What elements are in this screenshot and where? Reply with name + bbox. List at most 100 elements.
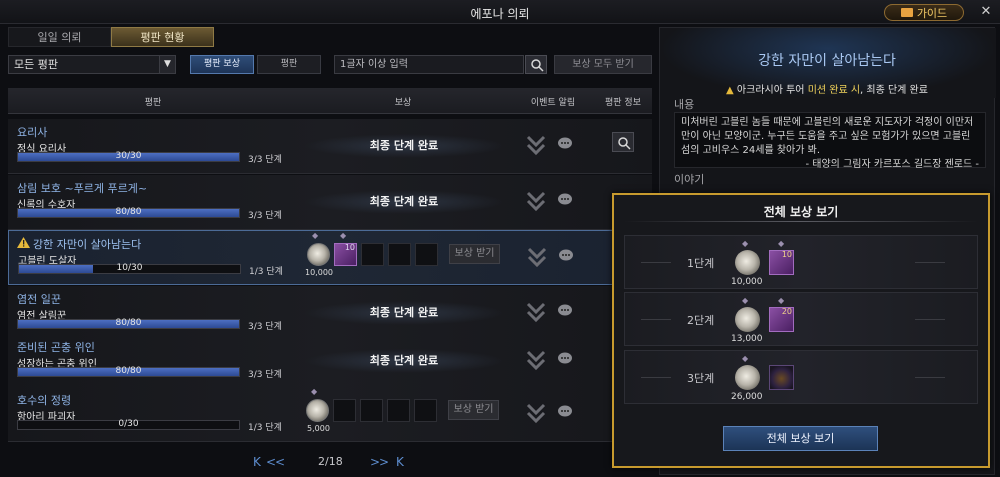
reward-card-icon[interactable]: 20 bbox=[769, 307, 794, 332]
reward-amount: 10,000 bbox=[731, 277, 763, 287]
last-page-icon: K bbox=[396, 455, 404, 469]
last-page-button[interactable]: K bbox=[396, 455, 404, 469]
rep-progress-bar: 30/30 bbox=[17, 151, 240, 162]
chevron-down-icon[interactable] bbox=[526, 133, 546, 157]
empty-slot bbox=[388, 243, 411, 266]
header-info: 평판 정보 bbox=[605, 98, 641, 108]
chat-icon[interactable] bbox=[557, 405, 573, 419]
silver-coin-icon[interactable] bbox=[306, 399, 329, 422]
progress-text: 80/80 bbox=[115, 366, 142, 376]
reward-stage-row: 2단계 ◆ ◆ 13,000 20 bbox=[624, 292, 978, 346]
divider bbox=[915, 319, 945, 320]
chevron-down-icon[interactable] bbox=[526, 401, 546, 425]
silver-coin-icon[interactable] bbox=[735, 307, 760, 332]
chevron-down-icon[interactable] bbox=[526, 348, 546, 372]
table-row-selected[interactable]: 강한 자만이 살아남는다 고블린 도살자 10/30 1/3 단계 ◆ ◆ 10… bbox=[8, 230, 652, 285]
first-page-icon: K bbox=[253, 455, 261, 469]
stage-text: 1/3 단계 bbox=[249, 267, 283, 277]
divider bbox=[915, 377, 945, 378]
next-page-icon: >> bbox=[370, 455, 389, 469]
stage-text: 3/3 단계 bbox=[248, 370, 282, 380]
prev-page-icon: << bbox=[266, 455, 285, 469]
table-row[interactable]: 준비된 곤충 위인 성장하는 곤충 위인 80/80 3/3 단계 최종 단계 … bbox=[8, 334, 652, 389]
guide-label: 가이드 bbox=[916, 6, 948, 20]
rep-name: 삼림 보호 ~푸르게 푸르게~ bbox=[17, 182, 148, 195]
story-label: 이야기 bbox=[674, 173, 705, 186]
reward-amount: 5,000 bbox=[307, 424, 330, 433]
stage-text: 3/3 단계 bbox=[248, 211, 282, 221]
silver-coin-icon[interactable] bbox=[735, 365, 760, 390]
reward-amount: 13,000 bbox=[731, 334, 763, 344]
table-row[interactable]: 호수의 정령 항아리 파괴자 0/30 1/3 단계 ◆ 5,000 보상 받기 bbox=[8, 387, 652, 442]
divider bbox=[641, 319, 671, 320]
tab-bar: 일일 의뢰 평판 현황 bbox=[8, 27, 214, 47]
reputation-filter-dropdown[interactable]: 모든 평판 ▼ bbox=[8, 55, 176, 74]
tab-daily[interactable]: 일일 의뢰 bbox=[8, 27, 111, 47]
chevron-down-icon[interactable] bbox=[527, 245, 547, 269]
progress-text: 0/30 bbox=[118, 419, 139, 429]
chat-icon[interactable] bbox=[557, 137, 573, 151]
table-row[interactable]: 요리사 정식 요리사 30/30 3/3 단계 최종 단계 완료 bbox=[8, 119, 652, 174]
chevron-down-icon[interactable] bbox=[526, 189, 546, 213]
search-input[interactable]: 1글자 이상 입력 bbox=[334, 55, 524, 74]
pouch-icon[interactable] bbox=[769, 365, 794, 390]
content-label: 내용 bbox=[674, 98, 695, 111]
reward-card-icon[interactable]: 10 bbox=[769, 250, 794, 275]
table-header: 평판 보상 이벤트 알림 평판 정보 bbox=[8, 88, 652, 114]
chat-icon[interactable] bbox=[558, 249, 574, 263]
rep-name: 요리사 bbox=[17, 126, 48, 139]
cond-highlight: 미션 완료 시 bbox=[807, 85, 861, 96]
reward-amount: 10,000 bbox=[305, 268, 333, 277]
card-count: 10 bbox=[344, 243, 355, 252]
empty-slot bbox=[333, 399, 356, 422]
chevron-down-icon[interactable] bbox=[526, 300, 546, 324]
divider bbox=[641, 377, 671, 378]
popup-title: 전체 보상 보기 bbox=[763, 205, 839, 219]
all-rewards-popup: 전체 보상 보기 1단계 ◆ ◆ 10,000 10 2단계 ◆ ◆ 13,00… bbox=[612, 193, 990, 468]
guide-button[interactable]: 가이드 bbox=[884, 4, 964, 21]
diamond-icon: ◆ bbox=[778, 296, 785, 305]
diamond-icon: ◆ bbox=[340, 231, 347, 240]
chat-icon[interactable] bbox=[557, 304, 573, 318]
empty-slot bbox=[414, 399, 437, 422]
table-row[interactable]: 삼림 보호 ~푸르게 푸르게~ 신록의 수호자 80/80 3/3 단계 최종 … bbox=[8, 175, 652, 230]
content-signature: - 태양의 그림자 카르포스 길드장 젠로드 - bbox=[805, 159, 980, 170]
rep-progress-bar: 80/80 bbox=[17, 318, 240, 329]
rep-info-button[interactable] bbox=[612, 132, 634, 152]
empty-slot bbox=[387, 399, 410, 422]
tab-reputation[interactable]: 평판 현황 bbox=[111, 27, 214, 47]
prev-page-button[interactable]: << bbox=[266, 455, 285, 469]
diamond-icon: ◆ bbox=[312, 231, 319, 240]
claim-reward-button[interactable]: 보상 받기 bbox=[448, 400, 499, 420]
warning-icon bbox=[17, 237, 30, 248]
rep-progress-bar: 0/30 bbox=[17, 419, 240, 430]
stage-text: 1/3 단계 bbox=[248, 423, 282, 433]
table-row[interactable]: 염전 일꾼 염전 살림꾼 80/80 3/3 단계 최종 단계 완료 bbox=[8, 286, 652, 341]
first-page-button[interactable]: K bbox=[253, 455, 261, 469]
sort-reward-button[interactable]: 평판 보상 bbox=[190, 55, 254, 74]
search-icon bbox=[531, 59, 544, 72]
divider bbox=[624, 221, 978, 222]
close-icon[interactable]: ✕ bbox=[978, 4, 994, 20]
chat-icon[interactable] bbox=[557, 352, 573, 366]
reward-stage-row: 3단계 ◆ 26,000 bbox=[624, 350, 978, 404]
search-icon bbox=[618, 137, 631, 150]
rep-progress-bar: 80/80 bbox=[17, 207, 240, 218]
search-button[interactable] bbox=[525, 55, 547, 74]
final-complete-label: 최종 단계 완료 bbox=[304, 349, 504, 373]
view-all-rewards-button[interactable]: 전체 보상 보기 bbox=[723, 426, 878, 451]
claim-reward-button[interactable]: 보상 받기 bbox=[449, 244, 500, 264]
next-page-button[interactable]: >> bbox=[370, 455, 389, 469]
diamond-icon: ◆ bbox=[742, 296, 749, 305]
reward-card-icon[interactable]: 10 bbox=[334, 243, 357, 266]
silver-coin-icon[interactable] bbox=[307, 243, 330, 266]
chevron-down-icon: ▼ bbox=[159, 56, 175, 73]
divider bbox=[915, 262, 945, 263]
content-box: 미처버린 고블린 놈들 때문에 고블린의 새로운 지도자가 걱정이 이만저만이 … bbox=[674, 112, 986, 170]
claim-all-button[interactable]: 보상 모두 받기 bbox=[554, 55, 652, 74]
sort-rep-button[interactable]: 평판 bbox=[257, 55, 321, 74]
warning-icon: ▲ bbox=[726, 85, 734, 96]
silver-coin-icon[interactable] bbox=[735, 250, 760, 275]
empty-slot bbox=[360, 399, 383, 422]
chat-icon[interactable] bbox=[557, 193, 573, 207]
